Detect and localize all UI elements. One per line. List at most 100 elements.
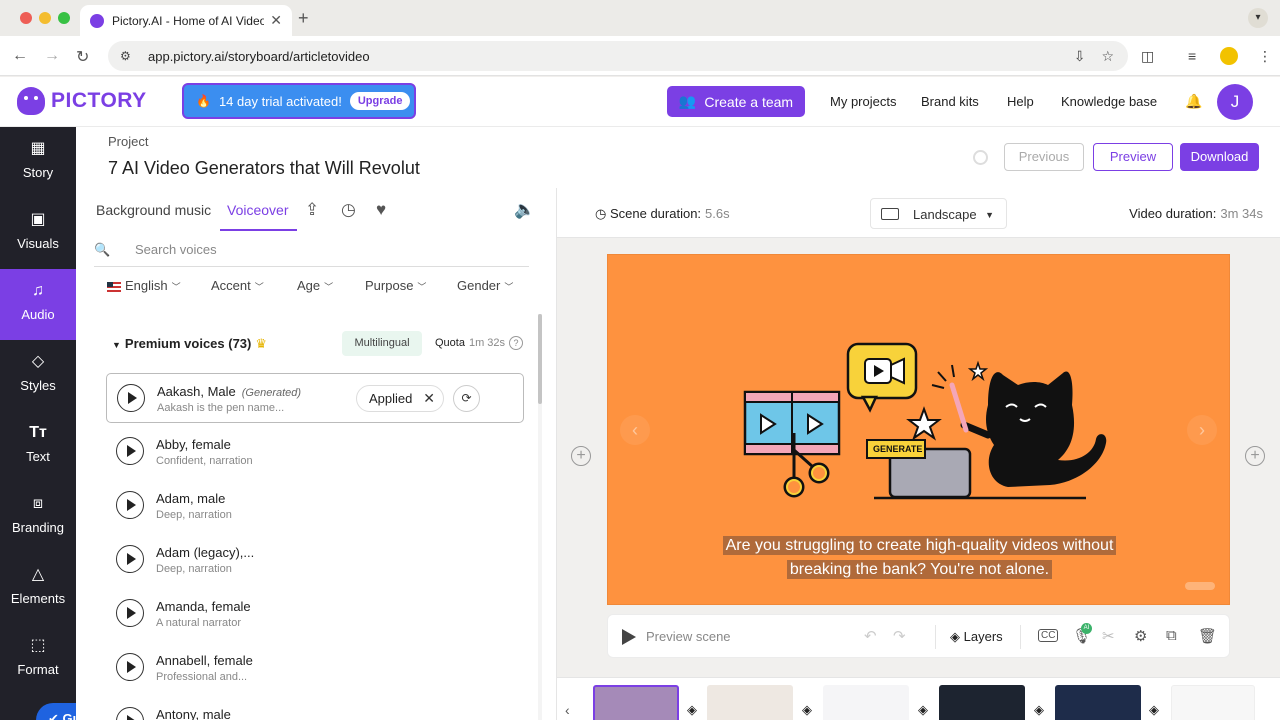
scissors-cut-icon[interactable]: ✂ — [1102, 627, 1115, 645]
remove-voice-icon[interactable]: ✕ — [423, 390, 435, 407]
age-filter[interactable]: Age ﹀ — [297, 278, 333, 293]
tab-background-music[interactable]: Background music — [96, 202, 211, 218]
scene-thumbnail[interactable] — [939, 685, 1025, 720]
purpose-filter[interactable]: Purpose ﹀ — [365, 278, 426, 293]
tab-search-button[interactable]: ▾ — [1248, 8, 1268, 28]
scene-canvas[interactable]: ‹ › GENERATE Are you struggling to creat… — [607, 254, 1230, 605]
close-window-button[interactable] — [20, 12, 32, 24]
sidebar-item-story[interactable]: ▦ Story — [0, 127, 76, 198]
sidebar-item-elements[interactable]: △ Elements — [0, 553, 76, 624]
create-team-button[interactable]: 👥 Create a team — [667, 86, 805, 117]
favorites-heart-icon[interactable]: ♥ — [376, 200, 386, 220]
scene-thumbnail[interactable] — [1055, 685, 1141, 720]
profile-icon[interactable] — [1220, 47, 1238, 65]
install-app-icon[interactable]: ⇩ — [1074, 48, 1086, 65]
browser-menu-icon[interactable]: ⋮ — [1258, 48, 1272, 65]
maximize-window-button[interactable] — [58, 12, 70, 24]
timeline-scroll-left-icon[interactable]: ‹ — [565, 702, 570, 718]
layers-icon[interactable]: ◈ — [687, 702, 697, 718]
play-icon[interactable] — [117, 384, 145, 412]
sidebar-item-styles[interactable]: ◇ Styles — [0, 340, 76, 411]
upload-folder-icon[interactable]: ⇪ — [305, 200, 319, 220]
knowledge-base-link[interactable]: Knowledge base — [1061, 94, 1157, 109]
sidebar-item-visuals[interactable]: ▣ Visuals — [0, 198, 76, 269]
minimize-window-button[interactable] — [39, 12, 51, 24]
sidebar-item-text[interactable]: Tт Text — [0, 411, 76, 482]
sidebar-item-audio[interactable]: ♫ Audio — [0, 269, 76, 340]
user-avatar[interactable]: J — [1217, 84, 1253, 120]
premium-voices-header[interactable]: ▼ Premium voices (73) ♛ — [112, 336, 267, 352]
scene-thumbnail[interactable] — [593, 685, 679, 720]
play-icon[interactable] — [116, 437, 144, 465]
replace-voice-icon[interactable]: ⟳ — [453, 385, 480, 412]
captions-cc-icon[interactable]: CC — [1038, 629, 1059, 642]
sidebar-item-branding[interactable]: ⧈ Branding — [0, 482, 76, 553]
preview-button[interactable]: Preview — [1093, 143, 1173, 171]
notifications-bell-icon[interactable]: 🔔 — [1185, 93, 1202, 110]
bookmark-star-icon[interactable]: ☆ — [1101, 48, 1114, 65]
scene-thumbnail[interactable] — [1171, 685, 1255, 720]
voice-settings-icon[interactable]: 🔈 — [514, 200, 535, 220]
play-icon[interactable] — [116, 599, 144, 627]
preview-play-icon[interactable] — [622, 629, 636, 645]
play-icon[interactable] — [116, 545, 144, 573]
duplicate-scene-icon[interactable]: ⧉ — [1166, 627, 1177, 644]
tab-voiceover[interactable]: Voiceover — [227, 202, 288, 218]
browser-tab[interactable]: Pictory.AI - Home of AI Video ✕ — [80, 5, 292, 36]
search-input[interactable]: Search voices — [135, 242, 217, 257]
media-controls-icon[interactable]: ≡ — [1188, 48, 1196, 64]
scene-thumbnail[interactable] — [823, 685, 909, 720]
subtitle-line-1[interactable]: Are you struggling to create high-qualit… — [608, 536, 1229, 555]
reload-icon[interactable]: ↻ — [76, 47, 89, 67]
new-tab-button[interactable]: + — [298, 8, 309, 29]
my-projects-link[interactable]: My projects — [830, 94, 896, 109]
voice-item-annabell[interactable]: Annabell, female Professional and... — [106, 643, 524, 693]
undo-icon[interactable]: ↶ — [864, 627, 877, 645]
add-scene-after-icon[interactable]: + — [1245, 446, 1265, 466]
scene-thumbnail[interactable] — [707, 685, 793, 720]
pictory-logo[interactable]: PICTORY — [17, 87, 147, 115]
back-arrow-icon[interactable]: ← — [12, 47, 28, 65]
brand-kits-link[interactable]: Brand kits — [921, 94, 979, 109]
language-filter[interactable]: English ﹀ — [107, 278, 181, 293]
multilingual-badge[interactable]: Multilingual — [342, 331, 422, 356]
voice-item-adam[interactable]: Adam, male Deep, narration — [106, 481, 524, 531]
upgrade-button[interactable]: Upgrade — [349, 92, 411, 110]
voice-item-amanda[interactable]: Amanda, female A natural narrator — [106, 589, 524, 639]
download-button[interactable]: Download — [1180, 143, 1259, 171]
layers-button[interactable]: ◈ Layers — [950, 629, 1003, 645]
add-scene-before-icon[interactable]: + — [571, 446, 591, 466]
voice-item-antony[interactable]: Antony, male — [106, 697, 524, 720]
sidebar-item-format[interactable]: ⬚ Format — [0, 624, 76, 695]
voice-item-adam-legacy[interactable]: Adam (legacy),... Deep, narration — [106, 535, 524, 585]
project-title[interactable]: 7 AI Video Generators that Will Revolut — [108, 158, 420, 179]
gender-filter[interactable]: Gender ﹀ — [457, 278, 513, 293]
forward-arrow-icon[interactable]: → — [44, 47, 60, 65]
help-link[interactable]: Help — [1007, 94, 1034, 109]
orientation-dropdown[interactable]: Landscape ▼ — [870, 198, 1007, 229]
play-icon[interactable] — [116, 491, 144, 519]
scene-settings-gear-icon[interactable]: ⚙ — [1134, 627, 1147, 645]
help-icon[interactable]: ? — [509, 336, 524, 350]
redo-icon[interactable]: ↷ — [893, 627, 906, 645]
voice-item-aakash[interactable]: Aakash, Male (Generated) Aakash is the pe… — [106, 373, 524, 423]
history-clock-icon[interactable]: ◷ — [341, 200, 356, 220]
site-settings-icon[interactable]: ⚙ — [120, 49, 136, 63]
voices-scrollbar-thumb[interactable] — [538, 314, 542, 404]
scene-duration-value[interactable]: 5.6s — [705, 206, 730, 221]
close-tab-icon[interactable]: ✕ — [270, 12, 282, 29]
previous-button[interactable]: Previous — [1004, 143, 1084, 171]
preview-scene-button[interactable]: Preview scene — [646, 629, 731, 644]
search-voices-field[interactable]: 🔍 Search voices — [94, 240, 529, 267]
layers-icon[interactable]: ◈ — [1034, 702, 1044, 718]
layers-icon[interactable]: ◈ — [1149, 702, 1159, 718]
layers-icon[interactable]: ◈ — [802, 702, 812, 718]
accent-filter[interactable]: Accent ﹀ — [211, 278, 264, 293]
delete-scene-trash-icon[interactable]: 🗑 — [1198, 627, 1217, 645]
subtitle-line-2[interactable]: breaking the bank? You're not alone. — [608, 560, 1229, 579]
url-field[interactable]: ⚙ app.pictory.ai/storyboard/articletovid… — [108, 41, 1128, 71]
extensions-icon[interactable]: ◫ — [1141, 48, 1154, 65]
voice-item-abby[interactable]: Abby, female Confident, narration — [106, 427, 524, 477]
play-icon[interactable] — [116, 653, 144, 681]
play-icon[interactable] — [116, 707, 144, 720]
